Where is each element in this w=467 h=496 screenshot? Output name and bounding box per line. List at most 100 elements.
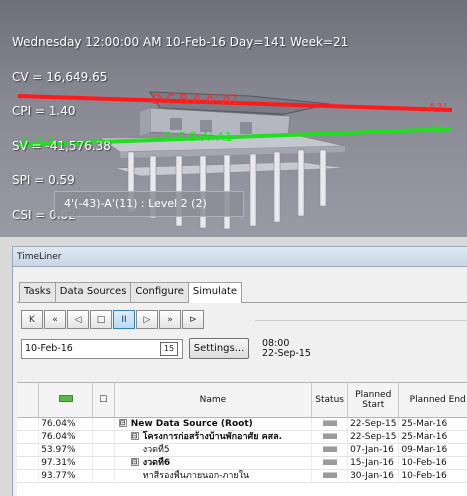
- step-forward-button[interactable]: »: [159, 310, 181, 329]
- row-status-cell: [311, 443, 349, 457]
- row-name-cell[interactable]: ⊟ งวดที้6: [114, 456, 313, 470]
- table-row[interactable]: 53.97% งวดที้5 07-Jan-16 09-Mar-16: [17, 443, 467, 457]
- time-value: 08:00: [262, 337, 290, 349]
- row-select-cell[interactable]: [17, 443, 40, 457]
- row-progress: 97.31%: [38, 456, 93, 470]
- element-tooltip: 4'(-43)-A'(11) : Level 2 (2): [54, 191, 244, 217]
- panel-title: TimeLiner: [13, 247, 467, 267]
- tab-data-sources[interactable]: Data Sources: [54, 282, 132, 302]
- row-comment-cell: [92, 430, 115, 444]
- row-name-cell[interactable]: งวดที้5: [114, 443, 313, 457]
- row-comment-cell: [92, 443, 115, 457]
- tab-simulate[interactable]: Simulate: [187, 282, 243, 303]
- timeliner-panel: TimeLiner Tasks Data Sources Configure S…: [12, 246, 467, 496]
- overlay-date-line: Wednesday 12:00:00 AM 10-Feb-16 Day=141 …: [12, 35, 349, 49]
- header-planned-start[interactable]: Planned Start: [347, 383, 400, 418]
- settings-button[interactable]: Settings...: [189, 338, 249, 359]
- table-row[interactable]: 76.04% ⊟ New Data Source (Root) 22-Sep-15 25…: [17, 417, 467, 431]
- table-row[interactable]: 76.04% ⊟ โครงการก่อสร้างบ้านพักอาศัย คสล. 2…: [17, 430, 467, 444]
- active-column-icon: [58, 394, 73, 402]
- expand-toggle-icon[interactable]: ⊟: [130, 458, 139, 466]
- row-planned-end: 25-Mar-16: [398, 417, 467, 431]
- task-grid[interactable]: ☐ Name Status Planned Start Planned End …: [17, 382, 467, 496]
- time-display: 08:00 22-Sep-15: [262, 337, 311, 359]
- tab-tasks[interactable]: Tasks: [19, 282, 56, 302]
- overlay-cpi: CPI = 1.40: [12, 104, 76, 118]
- row-select-cell[interactable]: [17, 456, 40, 470]
- row-comment-cell: [92, 469, 115, 483]
- step-back-button[interactable]: «: [44, 310, 66, 329]
- table-header-row: ☐ Name Status Planned Start Planned End: [17, 383, 467, 418]
- row-planned-end: 10-Feb-16: [398, 456, 467, 470]
- stop-button[interactable]: □: [90, 310, 112, 329]
- date-picker-input[interactable]: 10-Feb-16 15: [21, 338, 183, 359]
- header-name[interactable]: Name: [114, 383, 313, 418]
- row-planned-start: 22-Sep-15: [347, 417, 400, 431]
- date-value: 10-Feb-16: [25, 342, 73, 354]
- header-select-cell[interactable]: [17, 383, 40, 418]
- simulate-tab-body: K « ◁ □ II ▷ » ⊳ 10-Feb-16 15 Settings..…: [17, 302, 467, 496]
- row-select-cell[interactable]: [17, 430, 40, 444]
- task-rows: 76.04% ⊟ New Data Source (Root) 22-Sep-15 25…: [17, 417, 467, 483]
- row-progress: 93.77%: [38, 469, 93, 483]
- row-progress: 76.04%: [38, 417, 93, 431]
- row-planned-end: 09-Mar-16: [398, 443, 467, 457]
- pause-button[interactable]: II: [113, 310, 135, 329]
- header-comment-col[interactable]: ☐: [92, 383, 115, 418]
- table-row[interactable]: 97.31% ⊟ งวดที้6 15-Jan-16 10-Feb-16: [17, 456, 467, 470]
- forward-to-end-button[interactable]: ⊳: [182, 310, 204, 329]
- date-row: 10-Feb-16 15 Settings... 08:00 22-Sep-15: [21, 338, 311, 359]
- row-name: โครงการก่อสร้างบ้านพักอาศัย คสล.: [142, 431, 283, 442]
- status-icon: [322, 446, 337, 452]
- calendar-icon[interactable]: 15: [160, 341, 178, 356]
- row-select-cell[interactable]: [17, 469, 40, 483]
- status-icon: [322, 420, 337, 426]
- row-status-cell: [311, 417, 349, 431]
- play-button[interactable]: ▷: [136, 310, 158, 329]
- expand-toggle-icon[interactable]: ⊟: [130, 432, 139, 440]
- row-planned-start: 22-Sep-15: [347, 430, 400, 444]
- row-name: งวดที้5: [142, 444, 170, 455]
- play-reverse-button[interactable]: ◁: [67, 310, 89, 329]
- row-select-cell[interactable]: [17, 417, 40, 431]
- expand-toggle-icon[interactable]: ⊟: [118, 419, 127, 427]
- row-name: ทาสีรองพื้นภายนอก-ภายใน: [142, 470, 250, 481]
- task-table: ☐ Name Status Planned Start Planned End …: [17, 383, 467, 483]
- header-status[interactable]: Status: [311, 383, 349, 418]
- row-comment-cell: [92, 456, 115, 470]
- row-name: งวดที้6: [142, 457, 171, 468]
- row-comment-cell: [92, 417, 115, 431]
- row-planned-end: 10-Feb-16: [398, 469, 467, 483]
- row-name-cell[interactable]: ⊟ โครงการก่อสร้างบ้านพักอาศัย คสล.: [114, 430, 313, 444]
- row-planned-start: 30-Jan-16: [347, 469, 400, 483]
- row-progress: 76.04%: [38, 430, 93, 444]
- table-row[interactable]: 93.77% ทาสีรองพื้นภายนอก-ภายใน 30-Jan-16 10…: [17, 469, 467, 483]
- status-icon: [322, 459, 337, 465]
- row-name-cell[interactable]: ทาสีรองพื้นภายนอก-ภายใน: [114, 469, 313, 483]
- grid-label-bottom-right: A1': [428, 123, 447, 137]
- rewind-to-start-button[interactable]: K: [21, 310, 43, 329]
- playback-controls: K « ◁ □ II ▷ » ⊳: [21, 310, 205, 329]
- row-name: New Data Source (Root): [130, 418, 253, 429]
- overlay-spi: SPI = 0.59: [12, 173, 75, 187]
- 3d-viewport[interactable]: D C B A A' A1 A1' 1' 2 1 D C B A' A1 A1'…: [0, 0, 467, 237]
- row-status-cell: [311, 456, 349, 470]
- grid-label-top-right: A1': [428, 101, 447, 115]
- status-icon: [322, 433, 337, 439]
- row-planned-end: 25-Mar-16: [398, 430, 467, 444]
- row-name-cell[interactable]: ⊟ New Data Source (Root): [114, 417, 313, 431]
- row-status-cell: [311, 430, 349, 444]
- tab-bar: Tasks Data Sources Configure Simulate: [19, 282, 243, 303]
- row-planned-start: 15-Jan-16: [347, 456, 400, 470]
- comment-icon: ☐: [99, 394, 108, 405]
- row-progress: 53.97%: [38, 443, 93, 457]
- start-date-value: 22-Sep-15: [262, 347, 311, 359]
- overlay-cv: CV = 16,649.65: [12, 69, 108, 84]
- timeline-slider[interactable]: [255, 320, 467, 321]
- header-planned-end[interactable]: Planned End: [398, 383, 467, 418]
- row-status-cell: [311, 469, 349, 483]
- row-planned-start: 07-Jan-16: [347, 443, 400, 457]
- status-icon: [322, 472, 337, 478]
- header-active-col[interactable]: [38, 383, 93, 418]
- tab-configure[interactable]: Configure: [130, 282, 189, 302]
